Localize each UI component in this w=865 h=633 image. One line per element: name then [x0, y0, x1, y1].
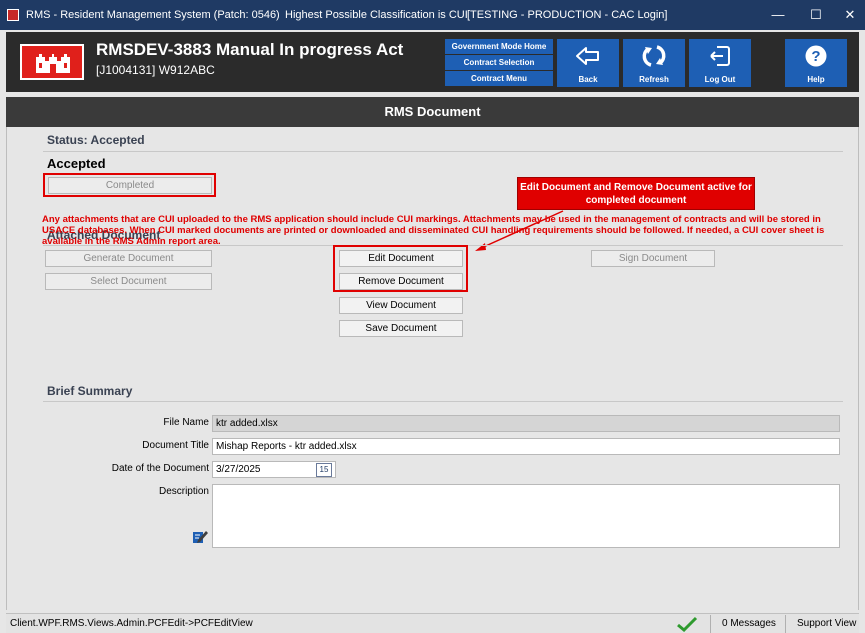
edit-note-icon[interactable] — [192, 529, 208, 545]
minimize-button[interactable]: — — [760, 4, 796, 26]
calendar-icon[interactable]: 15 — [316, 463, 332, 477]
contract-menu-button[interactable]: Contract Menu — [445, 71, 553, 86]
back-arrow-icon — [576, 47, 599, 65]
refresh-icon — [642, 45, 666, 67]
refresh-label: Refresh — [639, 75, 669, 84]
description-field[interactable] — [212, 484, 840, 548]
file-name-field: ktr added.xlsx — [212, 415, 840, 432]
close-button[interactable]: ✕ — [832, 4, 865, 26]
menu-stack: Government Mode Home Contract Selection … — [445, 39, 553, 87]
file-name-label: File Name — [163, 417, 209, 428]
logout-label: Log Out — [704, 75, 736, 84]
status-state: Accepted — [47, 156, 106, 171]
contract-id: [J1004131] W912ABC — [96, 63, 215, 77]
government-mode-home-button[interactable]: Government Mode Home — [445, 39, 553, 54]
status-heading: Status: Accepted — [47, 133, 145, 147]
window-title: RMS - Resident Management System (Patch:… — [26, 9, 280, 21]
annotation-callout: Edit Document and Remove Document active… — [517, 177, 755, 210]
divider — [43, 151, 843, 152]
environment-label: [TESTING - PRODUCTION - CAC Login] — [467, 9, 668, 21]
usace-logo — [20, 44, 84, 80]
view-document-button[interactable]: View Document — [339, 297, 463, 314]
summary-heading: Brief Summary — [47, 384, 133, 398]
back-label: Back — [578, 75, 598, 84]
document-panel: Status: Accepted Accepted Completed Edit… — [6, 127, 859, 610]
completed-button[interactable]: Completed — [48, 177, 212, 194]
castle-icon — [36, 54, 70, 73]
status-bar: Client.WPF.RMS.Views.Admin.PCFEdit->PCFE… — [6, 613, 859, 633]
help-button[interactable]: ? Help — [785, 39, 847, 87]
cui-warning: Any attachments that are CUI uploaded to… — [42, 214, 825, 247]
title-bar: RMS - Resident Management System (Patch:… — [0, 0, 865, 30]
refresh-button[interactable]: Refresh — [623, 39, 685, 87]
document-title-label: Document Title — [142, 440, 209, 451]
edit-document-button[interactable]: Edit Document — [339, 250, 463, 267]
document-date-value: 3/27/2025 — [216, 464, 261, 475]
messages-count[interactable]: 0 Messages — [722, 618, 776, 629]
maximize-button[interactable]: ☐ — [798, 4, 834, 26]
help-label: Help — [807, 75, 825, 84]
svg-text:?: ? — [811, 48, 820, 65]
document-title-field[interactable]: Mishap Reports - ktr added.xlsx — [212, 438, 840, 455]
checkmark-icon — [677, 616, 698, 632]
select-document-button[interactable]: Select Document — [45, 273, 212, 290]
generate-document-button[interactable]: Generate Document — [45, 250, 212, 267]
document-date-label: Date of the Document — [111, 463, 209, 474]
help-icon: ? — [805, 45, 827, 67]
support-view-button[interactable]: Support View — [797, 618, 856, 629]
view-path: Client.WPF.RMS.Views.Admin.PCFEdit->PCFE… — [10, 618, 253, 629]
app-icon — [7, 9, 19, 21]
sign-document-button[interactable]: Sign Document — [591, 250, 715, 267]
back-button[interactable]: Back — [557, 39, 619, 87]
app-header: RMSDEV-3883 Manual In progress Act [J100… — [6, 32, 859, 92]
logout-icon — [710, 46, 730, 66]
app-window: RMS - Resident Management System (Patch:… — [0, 0, 865, 633]
page-title: RMSDEV-3883 Manual In progress Act — [96, 40, 404, 59]
divider — [43, 401, 843, 402]
remove-document-button[interactable]: Remove Document — [339, 273, 463, 290]
logout-button[interactable]: Log Out — [689, 39, 751, 87]
classification-label: Highest Possible Classification is CUI — [285, 9, 468, 21]
section-title: RMS Document — [6, 97, 859, 127]
contract-selection-button[interactable]: Contract Selection — [445, 55, 553, 70]
save-document-button[interactable]: Save Document — [339, 320, 463, 337]
description-label: Description — [158, 486, 209, 497]
